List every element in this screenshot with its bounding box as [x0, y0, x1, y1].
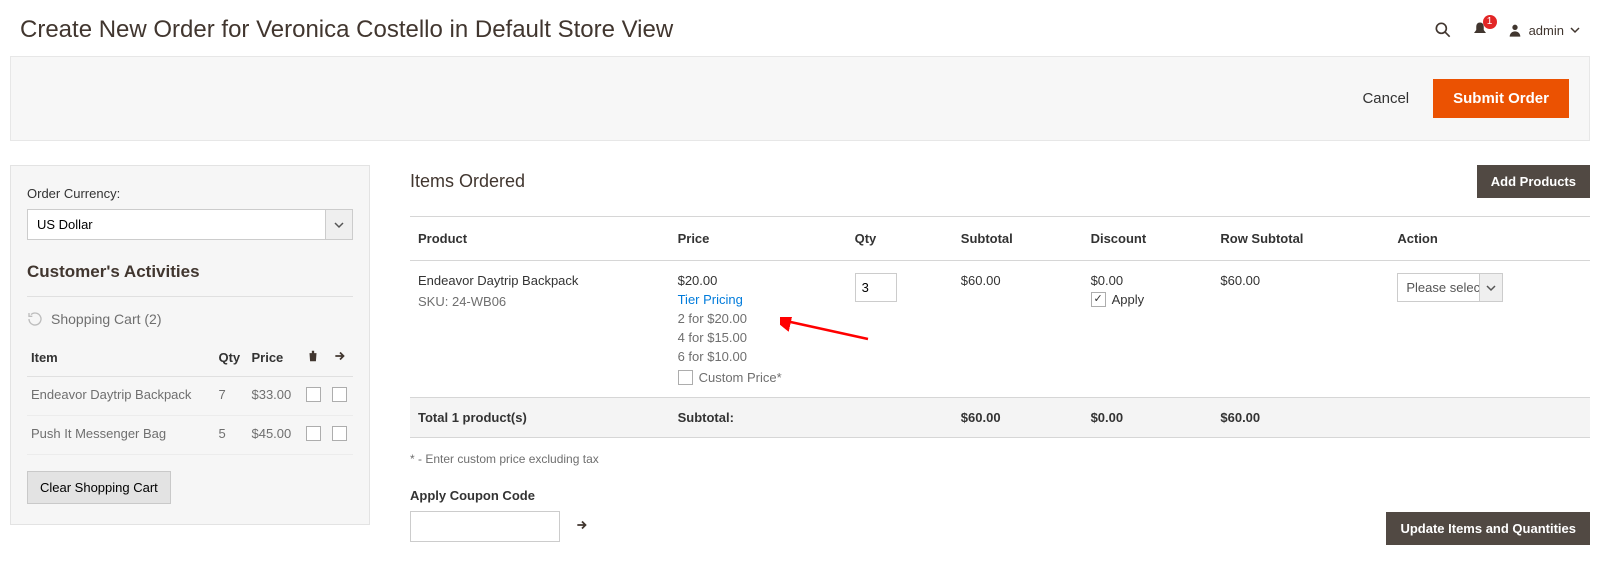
totals-discount: $0.00: [1083, 398, 1213, 438]
coupon-input[interactable]: [410, 511, 560, 542]
currency-value[interactable]: [27, 209, 325, 240]
qty-input[interactable]: [855, 273, 897, 302]
page-title: Create New Order for Veronica Costello i…: [20, 16, 673, 44]
customer-activities-title: Customer's Activities: [27, 262, 353, 282]
user-icon: [1507, 22, 1523, 38]
col-qty: Qty: [214, 341, 247, 377]
col-action: Action: [1389, 217, 1590, 261]
tier-pricing-link[interactable]: Tier Pricing: [678, 292, 743, 307]
cart-move-checkbox[interactable]: [332, 426, 347, 441]
chevron-down-icon: [1570, 25, 1580, 35]
divider: [27, 296, 353, 297]
chevron-down-icon[interactable]: [325, 209, 353, 240]
tier-line: 6 for $10.00: [678, 349, 839, 364]
row-action-select[interactable]: Please select: [1397, 273, 1582, 302]
totals-subtotal-label: Subtotal:: [670, 398, 847, 438]
custom-price-footnote: * - Enter custom price excluding tax: [410, 452, 1590, 466]
col-row-subtotal: Row Subtotal: [1212, 217, 1389, 261]
sku-label: SKU:: [418, 294, 448, 309]
col-price: Price: [670, 217, 847, 261]
admin-user-label: admin: [1529, 23, 1564, 38]
update-items-button[interactable]: Update Items and Quantities: [1386, 512, 1590, 545]
col-qty: Qty: [847, 217, 953, 261]
chevron-down-icon[interactable]: [1479, 273, 1503, 302]
notifications-badge: 1: [1483, 15, 1497, 29]
main: Items Ordered Add Products Product Price…: [410, 165, 1590, 545]
tier-line: 4 for $15.00: [678, 330, 839, 345]
add-products-button[interactable]: Add Products: [1477, 165, 1590, 198]
custom-price-label: Custom Price*: [699, 370, 782, 385]
col-item: Item: [27, 341, 214, 377]
arrow-right-icon: [574, 518, 590, 532]
admin-user-menu[interactable]: admin: [1507, 22, 1580, 38]
item-name: Endeavor Daytrip Backpack: [418, 273, 662, 288]
trash-icon: [306, 349, 320, 363]
item-row-subtotal: $60.00: [1212, 261, 1389, 398]
clear-cart-button[interactable]: Clear Shopping Cart: [27, 471, 171, 504]
cart-item-price: $33.00: [247, 377, 300, 416]
col-discount: Discount: [1083, 217, 1213, 261]
coupon-label: Apply Coupon Code: [410, 488, 1590, 503]
apply-discount-checkbox[interactable]: [1091, 292, 1106, 307]
item-price: $20.00: [678, 273, 839, 288]
item-row: Endeavor Daytrip Backpack SKU: 24-WB06 $…: [410, 261, 1590, 398]
tier-line: 2 for $20.00: [678, 311, 839, 326]
refresh-icon[interactable]: [27, 311, 43, 327]
item-subtotal: $60.00: [953, 261, 1083, 398]
sidebar: Order Currency: Customer's Activities Sh…: [10, 165, 370, 525]
col-move: [326, 341, 353, 377]
cart-move-checkbox[interactable]: [332, 387, 347, 402]
col-product: Product: [410, 217, 670, 261]
totals-subtotal: $60.00: [953, 398, 1083, 438]
col-subtotal: Subtotal: [953, 217, 1083, 261]
cart-row: Push It Messenger Bag 5 $45.00: [27, 416, 353, 455]
action-bar: Cancel Submit Order: [10, 56, 1590, 141]
notifications-icon[interactable]: 1: [1471, 21, 1489, 39]
search-icon[interactable]: [1433, 20, 1453, 40]
totals-label: Total 1 product(s): [410, 398, 670, 438]
totals-row-subtotal: $60.00: [1212, 398, 1389, 438]
cart-item-price: $45.00: [247, 416, 300, 455]
items-ordered-title: Items Ordered: [410, 171, 525, 192]
apply-discount-label: Apply: [1112, 292, 1145, 307]
submit-order-button[interactable]: Submit Order: [1433, 79, 1569, 118]
cart-row: Endeavor Daytrip Backpack 7 $33.00: [27, 377, 353, 416]
cart-title: Shopping Cart (2): [51, 311, 162, 327]
cart-item-qty: 7: [214, 377, 247, 416]
cart-item-qty: 5: [214, 416, 247, 455]
cart-item-name: Endeavor Daytrip Backpack: [27, 377, 214, 416]
row-action-value: Please select: [1397, 273, 1479, 302]
item-sku: 24-WB06: [452, 294, 506, 309]
arrow-right-icon: [332, 349, 348, 363]
currency-select[interactable]: [27, 209, 353, 240]
custom-price-checkbox[interactable]: [678, 370, 693, 385]
cart-delete-checkbox[interactable]: [306, 387, 321, 402]
apply-coupon-button[interactable]: [574, 518, 590, 535]
totals-row: Total 1 product(s) Subtotal: $60.00 $0.0…: [410, 398, 1590, 438]
cart-table: Item Qty Price Endeavor Daytrip Backpack…: [27, 341, 353, 455]
items-table: Product Price Qty Subtotal Discount Row …: [410, 216, 1590, 438]
cart-delete-checkbox[interactable]: [306, 426, 321, 441]
col-delete: [301, 341, 327, 377]
item-discount: $0.00: [1091, 273, 1205, 288]
col-price: Price: [247, 341, 300, 377]
cart-item-name: Push It Messenger Bag: [27, 416, 214, 455]
cancel-button[interactable]: Cancel: [1356, 89, 1415, 108]
currency-label: Order Currency:: [27, 186, 353, 201]
